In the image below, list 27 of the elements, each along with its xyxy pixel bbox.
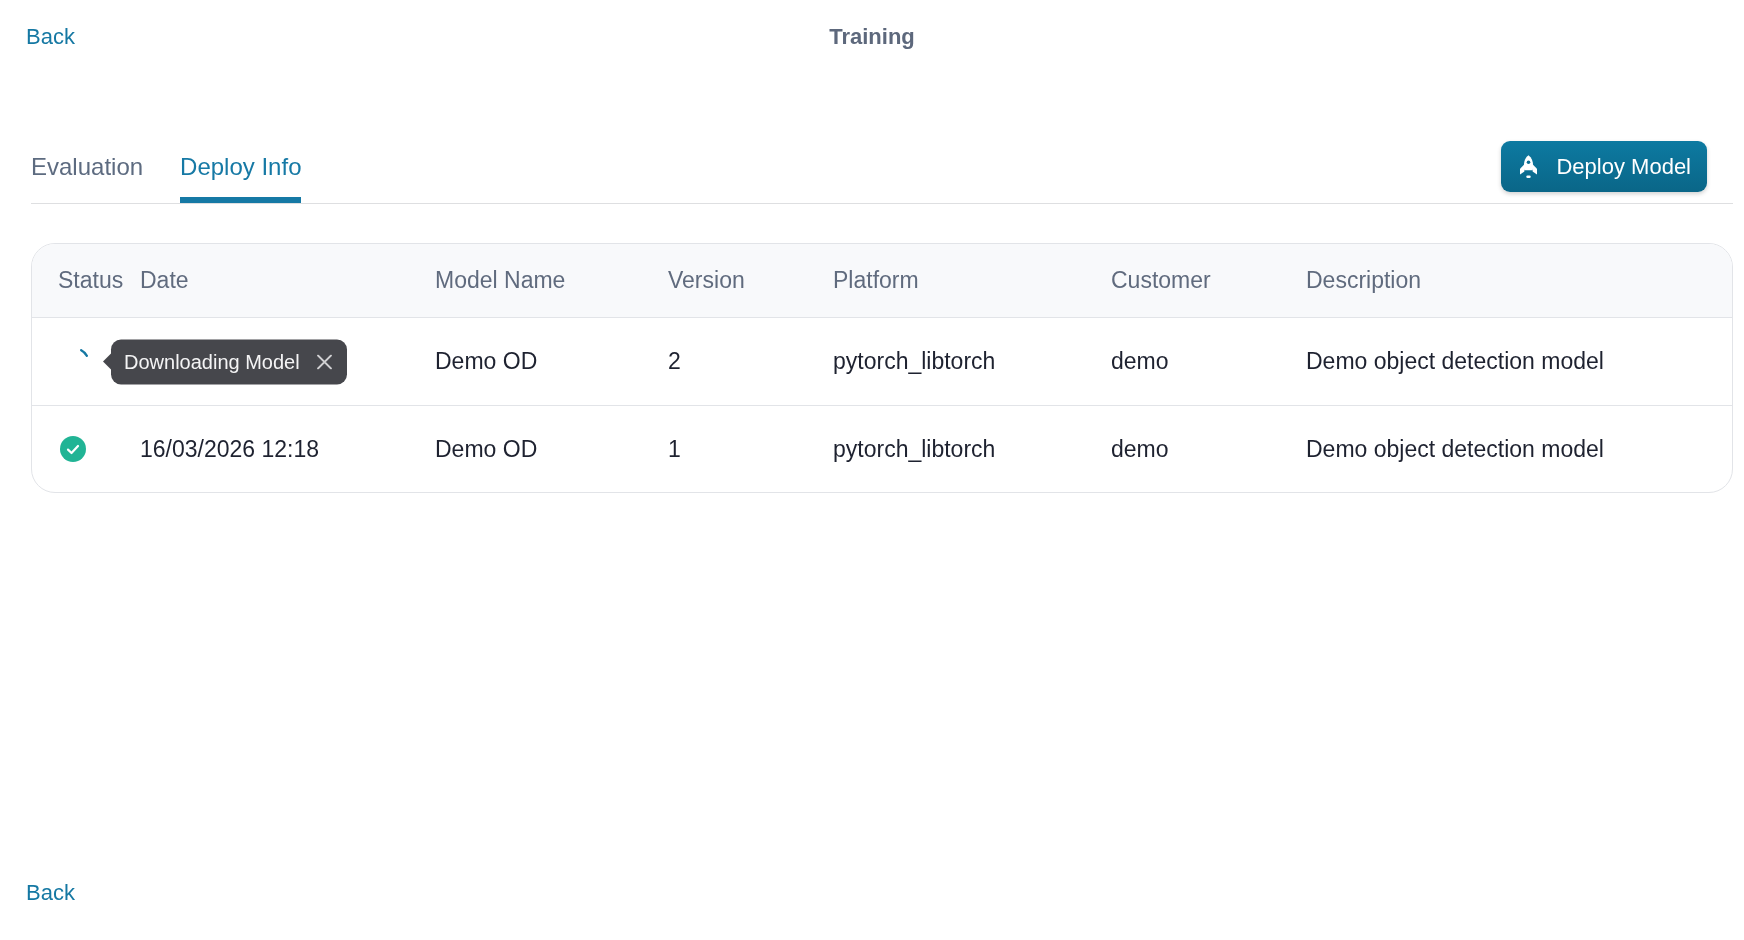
- rocket-icon: [1518, 154, 1540, 179]
- close-button[interactable]: [316, 354, 332, 369]
- table-cell-text: demo: [1111, 348, 1170, 375]
- column-header: Customer: [1111, 267, 1212, 294]
- table-cell-text: demo: [1111, 435, 1170, 463]
- column-header: Description: [1306, 267, 1423, 294]
- back-link[interactable]: Back: [26, 23, 75, 51]
- close-icon: [316, 354, 332, 369]
- table-cell-text: 1: [668, 435, 682, 463]
- table-cell-text: 16/03/2026 12:18: [140, 435, 321, 463]
- table-cell-text: pytorch_libtorch: [833, 348, 997, 375]
- back-link[interactable]: Back: [26, 879, 75, 907]
- table-cell-text: Demo OD: [435, 435, 539, 463]
- table-cell-text: pytorch_libtorch: [833, 435, 997, 463]
- table-cell-text: Demo object detection model: [1306, 435, 1605, 463]
- column-header: Model Name: [435, 267, 567, 294]
- tooltip-text: Downloading Model: [124, 350, 300, 373]
- table-cell-text: Demo OD: [435, 348, 539, 375]
- column-header: Platform: [833, 267, 920, 294]
- column-header: Status: [58, 267, 125, 294]
- page-title: Training: [829, 24, 915, 50]
- tab[interactable]: Evaluation: [31, 130, 144, 203]
- column-header: Version: [668, 267, 746, 294]
- column-header: Date: [140, 267, 190, 294]
- table-cell-text: Demo object detection model: [1306, 348, 1605, 375]
- table-cell-text: 2: [668, 348, 682, 375]
- deploy-model-button[interactable]: Deploy Model: [1501, 141, 1707, 192]
